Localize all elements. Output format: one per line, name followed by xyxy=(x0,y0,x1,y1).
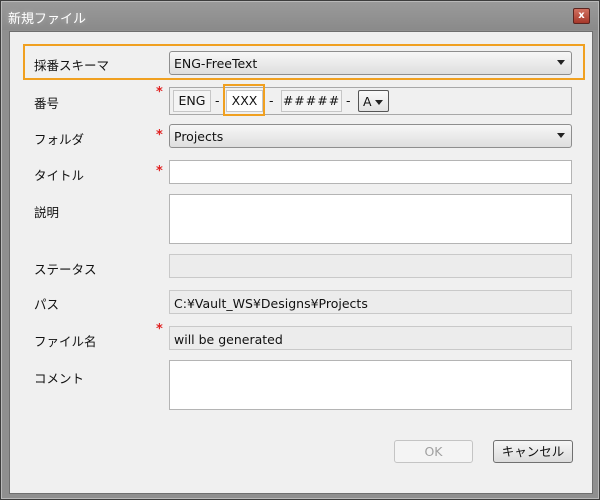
comment-textarea[interactable] xyxy=(169,360,572,410)
chevron-down-icon xyxy=(375,100,383,105)
dialog-body: 採番スキーマ ENG-FreeText 番号 * ENG - XXX - ###… xyxy=(9,31,593,494)
description-textarea[interactable] xyxy=(169,194,572,244)
comment-label: コメント xyxy=(34,371,85,386)
chevron-down-icon xyxy=(557,60,565,65)
description-label: 説明 xyxy=(34,205,60,220)
dialog-title: 新規ファイル xyxy=(8,12,87,27)
filename-label: ファイル名 xyxy=(34,334,97,349)
folder-dropdown[interactable]: Projects xyxy=(169,124,572,148)
required-mark: * xyxy=(156,322,163,337)
close-icon[interactable]: x xyxy=(573,8,590,24)
ok-button[interactable]: OK xyxy=(394,440,473,463)
new-file-dialog: 新規ファイル x 採番スキーマ ENG-FreeText 番号 * ENG - … xyxy=(0,0,600,500)
filename-value: will be generated xyxy=(174,332,283,347)
required-mark: * xyxy=(156,164,163,179)
title-input[interactable] xyxy=(169,160,572,184)
cancel-button[interactable]: キャンセル xyxy=(493,440,573,463)
folder-label: フォルダ xyxy=(34,132,85,147)
number-suffix-value: A xyxy=(363,94,372,109)
status-label: ステータス xyxy=(34,262,97,277)
number-label: 番号 xyxy=(34,96,60,111)
number-separator: - xyxy=(215,93,220,108)
freetext-segment-highlight xyxy=(223,84,265,116)
scheme-value: ENG-FreeText xyxy=(174,56,258,71)
number-separator: - xyxy=(269,93,274,108)
path-field: C:¥Vault_WS¥Designs¥Projects xyxy=(169,290,572,314)
path-value: C:¥Vault_WS¥Designs¥Projects xyxy=(174,296,368,311)
scheme-dropdown[interactable]: ENG-FreeText xyxy=(169,51,572,75)
chevron-down-icon xyxy=(557,133,565,138)
scheme-label: 採番スキーマ xyxy=(34,58,110,73)
status-field xyxy=(169,254,572,278)
required-mark: * xyxy=(156,85,163,100)
filename-field: will be generated xyxy=(169,326,572,350)
title-label: タイトル xyxy=(34,168,85,183)
folder-value: Projects xyxy=(174,129,224,144)
number-separator: - xyxy=(346,93,351,108)
number-prefix-segment: ENG xyxy=(173,90,211,112)
path-label: パス xyxy=(34,297,60,312)
required-mark: * xyxy=(156,128,163,143)
number-sequence-segment: ##### xyxy=(281,90,342,112)
title-bar[interactable]: 新規ファイル x xyxy=(2,2,598,30)
number-suffix-dropdown[interactable]: A xyxy=(358,90,389,112)
